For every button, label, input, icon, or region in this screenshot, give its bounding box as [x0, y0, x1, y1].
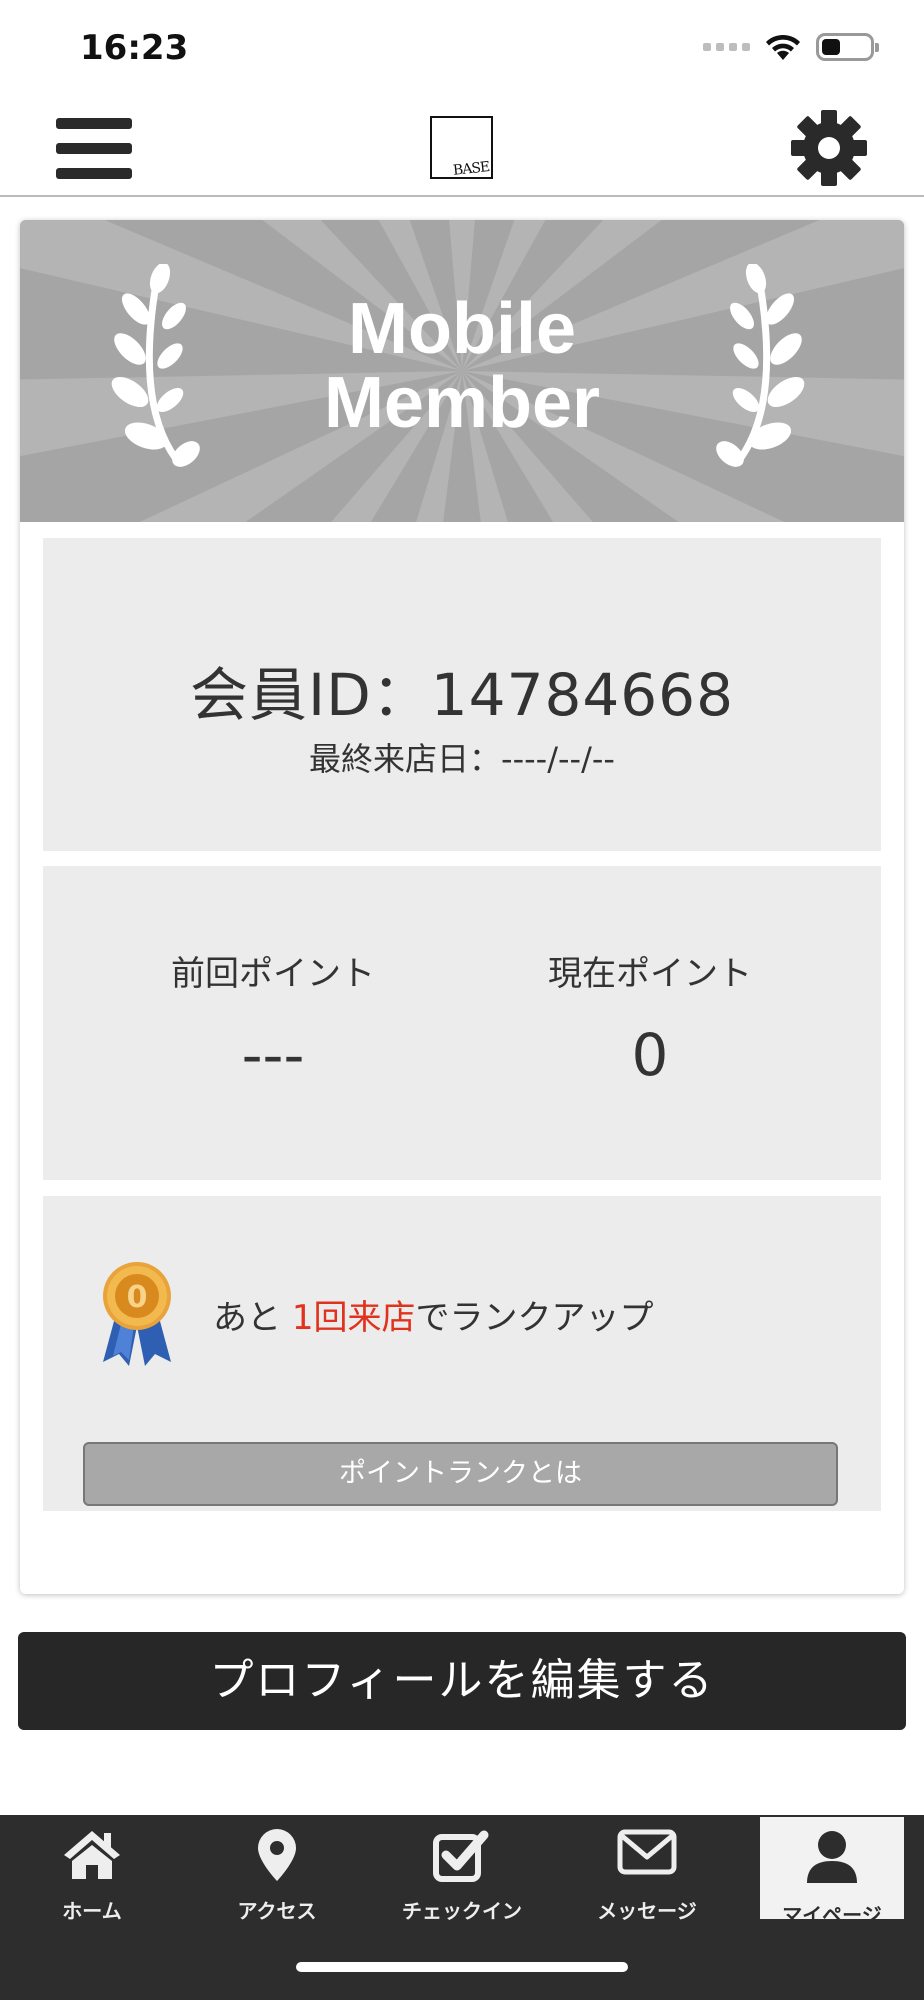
banner-title-line2: Member [323, 363, 601, 443]
current-points-value: 0 [631, 1021, 669, 1089]
nav-item-access[interactable]: アクセス [205, 1815, 349, 1923]
my-page-screen: 16:23 BASE Mobile Member 会員ID：14784668 最… [0, 0, 924, 2000]
home-icon [64, 1831, 120, 1879]
home-indicator[interactable] [296, 1962, 628, 1972]
nav-item-home[interactable]: ホーム [20, 1815, 164, 1923]
nav-label-mypage: マイページ [782, 1903, 882, 1927]
member-id: 会員ID：14784668 [190, 661, 734, 729]
envelope-icon [617, 1829, 677, 1875]
current-points: 現在ポイント 0 [460, 946, 840, 1089]
previous-points-label: 前回ポイント [171, 954, 375, 994]
bottom-nav: ホーム アクセス チェックイン メッセージ マイページ [0, 1815, 924, 2000]
status-time: 16:23 [80, 28, 189, 68]
logo-text: BASE [452, 159, 490, 179]
status-bar: 16:23 [0, 0, 924, 100]
app-header: BASE [0, 100, 924, 197]
current-points-label: 現在ポイント [548, 954, 752, 994]
nav-item-checkin[interactable]: チェックイン [390, 1815, 534, 1923]
member-banner: Mobile Member [20, 220, 904, 522]
point-rank-info-button[interactable]: ポイントランクとは [83, 1442, 838, 1506]
rank-suffix: でランクアップ [415, 1298, 654, 1338]
previous-points-value: --- [241, 1021, 305, 1089]
user-icon [807, 1831, 857, 1883]
signal-icon [703, 43, 750, 51]
hamburger-menu-icon[interactable] [56, 116, 132, 182]
nav-label-checkin: チェックイン [402, 1899, 522, 1923]
rank-highlight: 1回来店 [291, 1298, 416, 1338]
rank-up-message: あと 1回来店でランクアップ [213, 1290, 653, 1339]
previous-points: 前回ポイント --- [83, 946, 463, 1089]
nav-item-mypage[interactable]: マイページ [760, 1817, 904, 1927]
member-card: Mobile Member 会員ID：14784668 最終来店日：----/-… [20, 220, 904, 1594]
medal-number: 0 [127, 1280, 148, 1315]
wifi-icon [766, 34, 800, 60]
map-pin-icon [258, 1829, 296, 1881]
member-id-panel: 会員ID：14784668 最終来店日：----/--/-- [43, 538, 881, 851]
nav-label-access: アクセス [237, 1899, 317, 1923]
rank-prefix: あと [213, 1298, 281, 1338]
points-panel: 前回ポイント --- 現在ポイント 0 [43, 866, 881, 1180]
banner-title-line1: Mobile [348, 289, 576, 369]
battery-icon [816, 33, 879, 61]
nav-label-message: メッセージ [597, 1899, 697, 1923]
gear-icon[interactable] [790, 108, 868, 188]
medal-icon: 0 [103, 1262, 171, 1366]
checkbox-icon [433, 1830, 489, 1882]
logo: BASE [430, 116, 493, 179]
nav-item-message[interactable]: メッセージ [575, 1815, 719, 1923]
edit-profile-button[interactable]: プロフィールを編集する [18, 1632, 906, 1730]
last-visit-date: 最終来店日：----/--/-- [309, 740, 615, 778]
banner-title: Mobile Member [20, 292, 904, 440]
rank-panel: 0 あと 1回来店でランクアップ ポイントランクとは [43, 1196, 881, 1511]
status-icons [703, 32, 879, 62]
nav-label-home: ホーム [62, 1899, 122, 1923]
